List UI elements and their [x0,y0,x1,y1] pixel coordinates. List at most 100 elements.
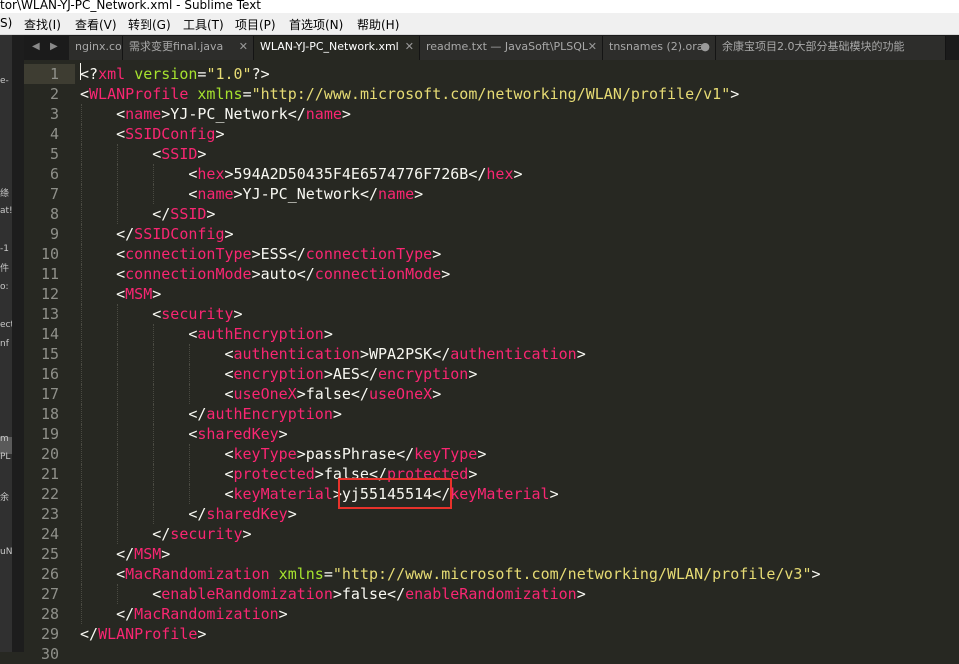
sidebar-fragment-1[interactable]: 绦 [0,186,9,199]
close-tab-icon[interactable]: ✕ [588,36,597,58]
token-p: > [278,425,288,443]
token-tag: SSIDConfig [134,225,225,243]
tab-prev-icon[interactable]: ◀ [32,41,40,52]
code-line[interactable]: <SSID> [152,144,206,164]
code-line[interactable]: <sharedKey> [188,424,287,444]
token-str: "http://www.microsoft.com/networking/WLA… [332,565,812,583]
tab-next-icon[interactable]: ▶ [50,41,58,52]
code-line[interactable]: <enableRandomization>false</enableRandom… [152,584,586,604]
token-tag: name [378,185,415,203]
tab-2[interactable]: WLAN-YJ-PC_Network.xml ✕ [254,36,420,60]
menu-item-4[interactable]: 工具(T) [183,16,224,33]
code-line[interactable]: <useOneX>false</useOneX> [224,384,441,404]
token-p: > [576,585,586,603]
tab-bar: ◀ ▶ nginx.co 需求变更final.java ✕ WLAN-YJ-PC_Ne… [24,35,959,60]
menu-item-7[interactable]: 帮助(H) [357,16,399,33]
sidebar-fragment-9[interactable]: PL [0,452,10,462]
indent-guide [153,384,155,404]
menu-item-2[interactable]: 查看(V) [75,16,117,33]
token-p: < [152,585,162,603]
close-tab-icon[interactable]: ✕ [239,36,248,58]
code-line[interactable]: <name>YJ-PC_Network</name> [188,184,423,204]
line-number: 28 [40,605,59,623]
tab-3[interactable]: readme.txt — JavaSoft\PLSQL ✕ [420,36,603,60]
code-line[interactable]: <keyType>passPhrase</keyType> [224,444,486,464]
sidebar-fragment-3[interactable]: -1 [0,244,9,254]
tab-5[interactable]: 余康宝项目2.0大部分基础模块的功能 [716,36,946,60]
code-line[interactable]: <MSM> [116,284,161,304]
code-line[interactable]: <hex>594A2D50435F4E6574776F726B</hex> [188,164,522,184]
token-p: </ [188,505,207,523]
code-line[interactable]: </MacRandomization> [116,604,288,624]
indent-guide [153,464,155,484]
code-line[interactable]: <?xml version="1.0"?> [80,64,270,84]
menu-item-0[interactable]: S) [0,16,12,30]
code-line[interactable]: </SSID> [152,204,215,224]
line-number: 8 [49,205,59,223]
sidebar-strip: e- 绦 at! -1 件 o: ect nf m PL 余 uN [0,35,12,652]
code-line[interactable]: </security> [152,524,251,544]
tab-0[interactable]: nginx.co [69,36,123,60]
code-editor[interactable]: <?xml version="1.0"?> <WLANProfile xmlns=… [80,60,959,652]
unsaved-dot-icon[interactable]: ● [700,36,710,58]
code-line[interactable]: <security> [152,304,242,324]
annotation-red-box [337,478,453,509]
menu-item-3[interactable]: 转到(G) [128,16,171,33]
token-p: < [116,125,126,143]
indent-guide [81,384,82,404]
code-line[interactable]: </WLANProfile> [80,624,206,644]
code-line[interactable]: <authEncryption> [188,324,333,344]
token-p: > [233,305,243,323]
code-line[interactable]: <authentication>WPA2PSK</authentication> [224,344,585,364]
line-number: 27 [40,585,59,603]
sidebar-fragment-7[interactable]: nf [0,339,9,349]
line-number: 24 [40,525,59,543]
token-p: < [152,305,162,323]
token-p: < [80,85,90,103]
sidebar-fragment-10[interactable]: 余 [0,490,9,503]
tab-1[interactable]: 需求变更final.java ✕ [123,36,254,60]
code-line[interactable]: <connectionMode>auto</connectionMode> [116,264,450,284]
close-tab-icon[interactable]: ✕ [405,36,414,58]
token-tag: encryption [233,365,324,383]
indent-guide [117,484,119,504]
token-p: > [152,285,162,303]
token-tag: connectionType [125,245,252,263]
tab-label: 余康宝项目2.0大部分基础模块的功能 [722,40,905,53]
line-number: 15 [40,345,59,363]
sidebar-fragment-6[interactable]: ect [0,320,12,330]
tab-4[interactable]: tnsnames (2).ora ● [603,36,716,60]
token-p [125,65,134,83]
line-number: 3 [49,105,59,123]
token-p: > [576,345,586,363]
token-p: > [278,605,288,623]
code-line[interactable]: </authEncryption> [188,404,342,424]
indent-guide [117,524,119,544]
sidebar-fragment-0[interactable]: e- [0,76,9,86]
code-line[interactable]: </sharedKey> [188,504,296,524]
sidebar-fragment-4[interactable]: 件 [0,261,9,274]
code-line[interactable]: </SSIDConfig> [116,224,233,244]
indent-guide [81,544,82,564]
indent-guide [117,164,119,184]
code-line[interactable]: <WLANProfile xmlns="http://www.microsoft… [80,84,739,104]
token-txt: WPA2PSK [368,345,433,363]
sidebar-fragment-11[interactable]: uN [0,547,12,557]
code-line[interactable]: <encryption>AES</encryption> [224,364,477,384]
code-line[interactable]: <SSIDConfig> [116,124,224,144]
token-p [270,565,279,583]
sidebar-fragment-2[interactable]: at! [0,206,12,216]
code-line[interactable]: <name>YJ-PC_Network</name> [116,104,351,124]
indent-guide [81,104,82,124]
menu-item-6[interactable]: 首选项(N) [289,16,343,33]
token-tag: SSID [170,205,207,223]
sidebar-fragment-5[interactable]: o: [0,282,9,292]
token-tag: hex [486,165,514,183]
tab-label: nginx.co [75,40,122,53]
code-line[interactable]: <connectionType>ESS</connectionType> [116,244,441,264]
sidebar-fragment-8[interactable]: m [0,434,9,444]
code-line[interactable]: </MSM> [116,544,170,564]
code-line[interactable]: <MacRandomization xmlns="http://www.micr… [116,564,820,584]
menu-item-1[interactable]: 查找(I) [24,16,61,33]
menu-item-5[interactable]: 项目(P) [235,16,276,33]
